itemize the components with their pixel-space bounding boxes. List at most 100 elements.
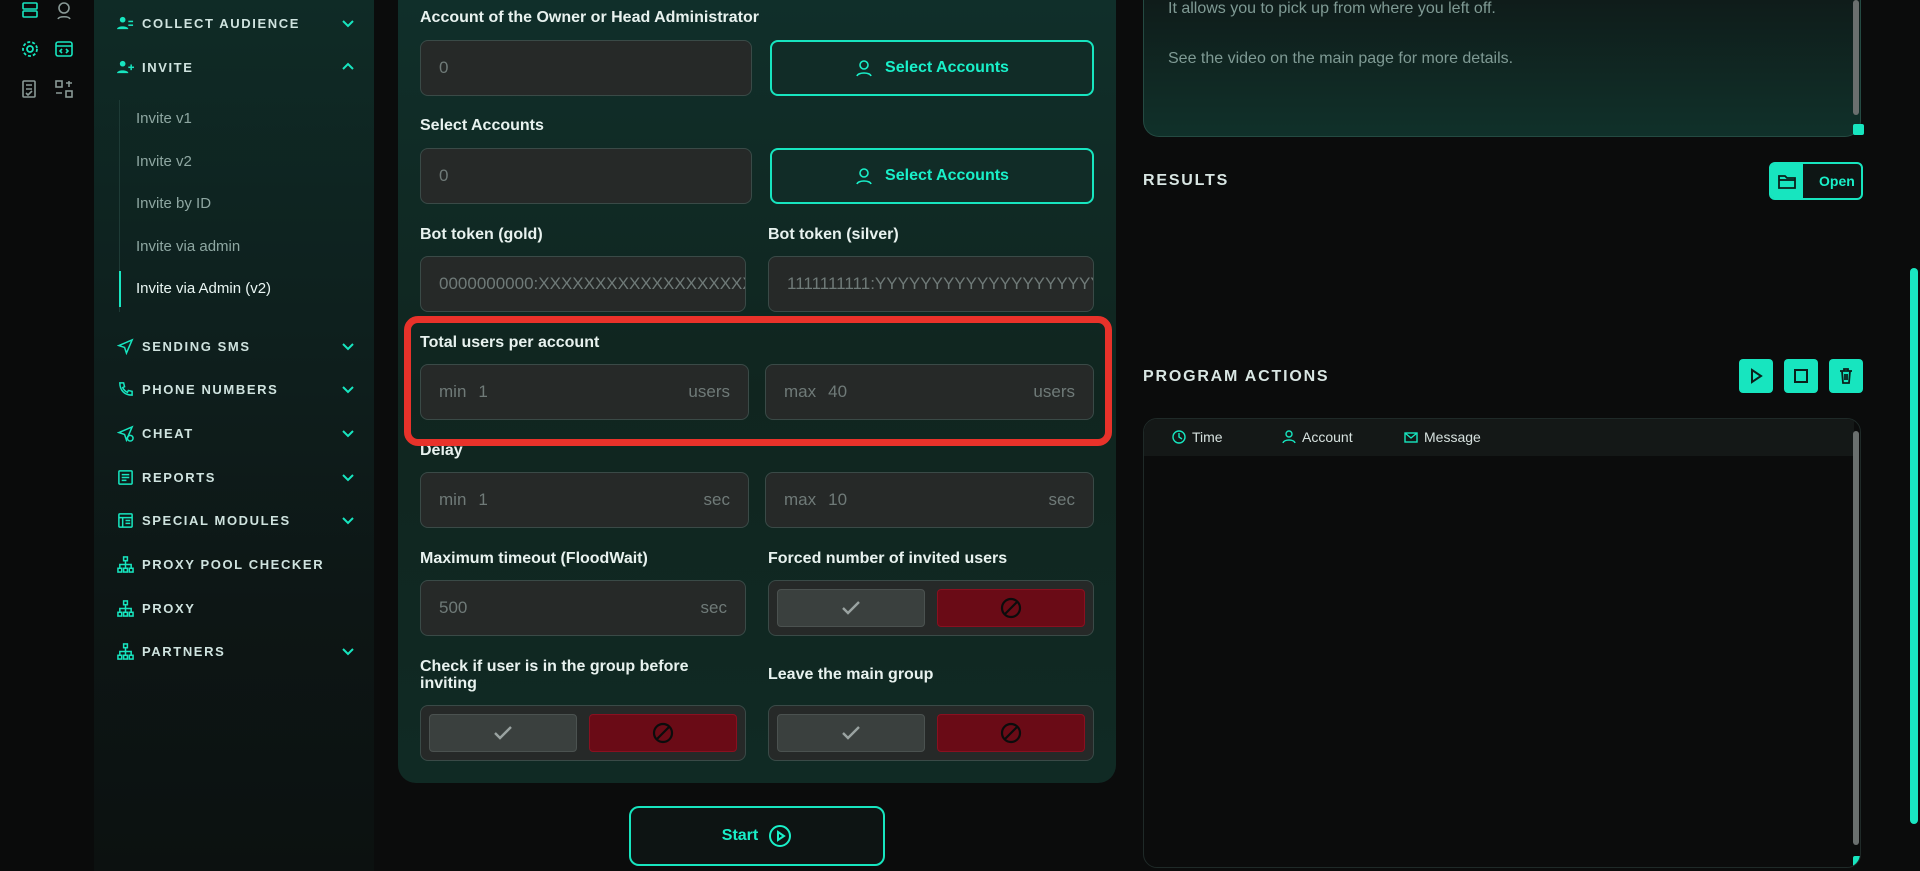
sidebar-item-invite[interactable]: INVITE	[116, 55, 356, 79]
timeout-input[interactable]: 500 sec	[420, 580, 746, 636]
modules-icon	[116, 511, 134, 529]
chevron-down-icon[interactable]	[340, 381, 356, 397]
col-time-label: Time	[1192, 429, 1223, 445]
bot-token-gold-input[interactable]: 0000000000:XXXXXXXXXXXXXXXXXXXXXXXXXXX	[420, 256, 746, 312]
sidebar-item-collect-audience[interactable]: COLLECT AUDIENCE	[116, 11, 356, 35]
chevron-down-icon[interactable]	[340, 338, 356, 354]
program-actions-title: PROGRAM ACTIONS	[1143, 368, 1330, 385]
select-accounts-button-owner[interactable]: Select Accounts	[770, 40, 1094, 96]
sidebar-item-label: SENDING SMS	[142, 338, 251, 354]
highlight-box	[404, 316, 1112, 446]
toggle-yes-button[interactable]	[777, 589, 925, 627]
code-window-icon[interactable]	[53, 38, 75, 60]
delay-max-input[interactable]: max 10 sec	[765, 472, 1094, 528]
sidebar-item-special-modules[interactable]: SPECIAL MODULES	[116, 508, 356, 532]
owner-account-label: Account of the Owner or Head Administrat…	[420, 9, 759, 26]
ban-icon	[652, 722, 674, 744]
description-scrollbar[interactable]	[1853, 0, 1859, 115]
sidebar-item-proxy-pool-checker[interactable]: PROXY POOL CHECKER	[116, 552, 356, 576]
check-icon	[842, 601, 860, 615]
col-account[interactable]: Account	[1282, 429, 1353, 445]
sidebar-item-label: REPORTS	[142, 469, 217, 485]
sidebar-item-label: COLLECT AUDIENCE	[142, 15, 301, 31]
col-time[interactable]: Time	[1172, 429, 1223, 445]
user-icon	[856, 168, 872, 185]
col-message[interactable]: Message	[1404, 429, 1481, 445]
clear-log-button[interactable]	[1829, 359, 1863, 393]
sidebar-item-partners[interactable]: PARTNERS	[116, 639, 356, 663]
sidebar-subitem-invite-v1[interactable]: Invite v1	[136, 110, 192, 127]
folder-icon	[1771, 164, 1803, 198]
sidebar-item-cheat[interactable]: CHEAT	[116, 421, 356, 445]
network-icon	[116, 642, 134, 660]
gear-icon[interactable]	[19, 38, 41, 60]
start-button[interactable]: Start	[629, 806, 885, 866]
sidebar: COLLECT AUDIENCE INVITE Invite v1 Invite…	[94, 0, 374, 871]
open-label: Open	[1819, 173, 1855, 189]
forced-invited-toggle	[768, 580, 1094, 636]
play-button[interactable]	[1739, 359, 1773, 393]
toggle-yes-button[interactable]	[429, 714, 577, 752]
sidebar-item-label: PHONE NUMBERS	[142, 381, 279, 397]
start-label: Start	[721, 827, 759, 844]
sidebar-item-phone-numbers[interactable]: PHONE NUMBERS	[116, 377, 356, 401]
active-indicator	[119, 271, 121, 307]
log-scrollbar[interactable]	[1853, 431, 1859, 845]
user-icon	[1282, 430, 1296, 444]
sidebar-item-label: PROXY POOL CHECKER	[142, 556, 325, 572]
select-accounts-field[interactable]: 0	[420, 148, 752, 204]
sidebar-subitem-invite-via-admin-v2[interactable]: Invite via Admin (v2)	[136, 280, 271, 297]
owner-account-value: 0	[439, 58, 449, 77]
resize-handle-icon[interactable]	[1853, 856, 1860, 867]
select-accounts-label: Select Accounts	[885, 59, 1009, 76]
description-line: See the video on the main page for more …	[1168, 50, 1514, 67]
description-line: It allows you to pick up from where you …	[1168, 0, 1496, 17]
sidebar-subitem-invite-v2[interactable]: Invite v2	[136, 153, 192, 170]
sidebar-item-label: INVITE	[142, 59, 194, 75]
description-box: It allows you to pick up from where you …	[1143, 0, 1864, 137]
user-circle-icon[interactable]	[53, 0, 75, 22]
check-icon	[494, 726, 512, 740]
checklist-icon[interactable]	[19, 78, 41, 100]
grid-arrows-icon[interactable]	[53, 78, 75, 100]
sidebar-subitem-invite-by-id[interactable]: Invite by ID	[136, 195, 211, 212]
clock-icon	[1172, 430, 1186, 444]
toggle-no-button[interactable]	[589, 714, 737, 752]
toggle-no-button[interactable]	[937, 589, 1085, 627]
sidebar-item-label: CHEAT	[142, 425, 194, 441]
toggle-yes-button[interactable]	[777, 714, 925, 752]
delay-min-value: 1	[478, 490, 488, 509]
play-circle-icon	[769, 825, 792, 847]
sidebar-item-sending-sms[interactable]: SENDING SMS	[116, 334, 356, 358]
owner-account-field[interactable]: 0	[420, 40, 752, 96]
chevron-down-icon[interactable]	[340, 512, 356, 528]
leave-main-group-label: Leave the main group	[768, 666, 934, 683]
bot-token-gold-placeholder: 0000000000:XXXXXXXXXXXXXXXXXXXXXXXXXXX	[439, 274, 745, 293]
send-icon	[116, 337, 134, 355]
chevron-down-icon[interactable]	[340, 643, 356, 659]
database-icon[interactable]	[19, 0, 41, 22]
log-header: Time Account Message	[1144, 419, 1854, 456]
delay-min-input[interactable]: min 1 sec	[420, 472, 749, 528]
sidebar-subitem-invite-via-admin[interactable]: Invite via admin	[136, 238, 240, 255]
toggle-no-button[interactable]	[937, 714, 1085, 752]
resize-handle-icon[interactable]	[1853, 124, 1864, 135]
sidebar-item-proxy[interactable]: PROXY	[116, 596, 356, 620]
chevron-down-icon[interactable]	[340, 469, 356, 485]
chevron-down-icon[interactable]	[340, 425, 356, 441]
page-scrollbar[interactable]	[1910, 268, 1918, 824]
bot-token-silver-input[interactable]: 1111111111:YYYYYYYYYYYYYYYYYYYYYYYYYYY	[768, 256, 1094, 312]
select-accounts-label: Select Accounts	[885, 167, 1009, 184]
select-accounts-value: 0	[439, 166, 449, 185]
sidebar-item-reports[interactable]: REPORTS	[116, 465, 356, 489]
timeout-value: 500	[439, 598, 468, 617]
chevron-up-icon[interactable]	[340, 59, 356, 75]
user-icon	[856, 60, 872, 77]
mail-icon	[1404, 432, 1418, 443]
stop-button[interactable]	[1784, 359, 1818, 393]
chevron-down-icon[interactable]	[340, 15, 356, 31]
open-results-button[interactable]: Open	[1769, 162, 1863, 200]
delay-max-value: 10	[828, 490, 848, 509]
actions-log: Time Account Message	[1143, 418, 1861, 868]
select-accounts-button[interactable]: Select Accounts	[770, 148, 1094, 204]
